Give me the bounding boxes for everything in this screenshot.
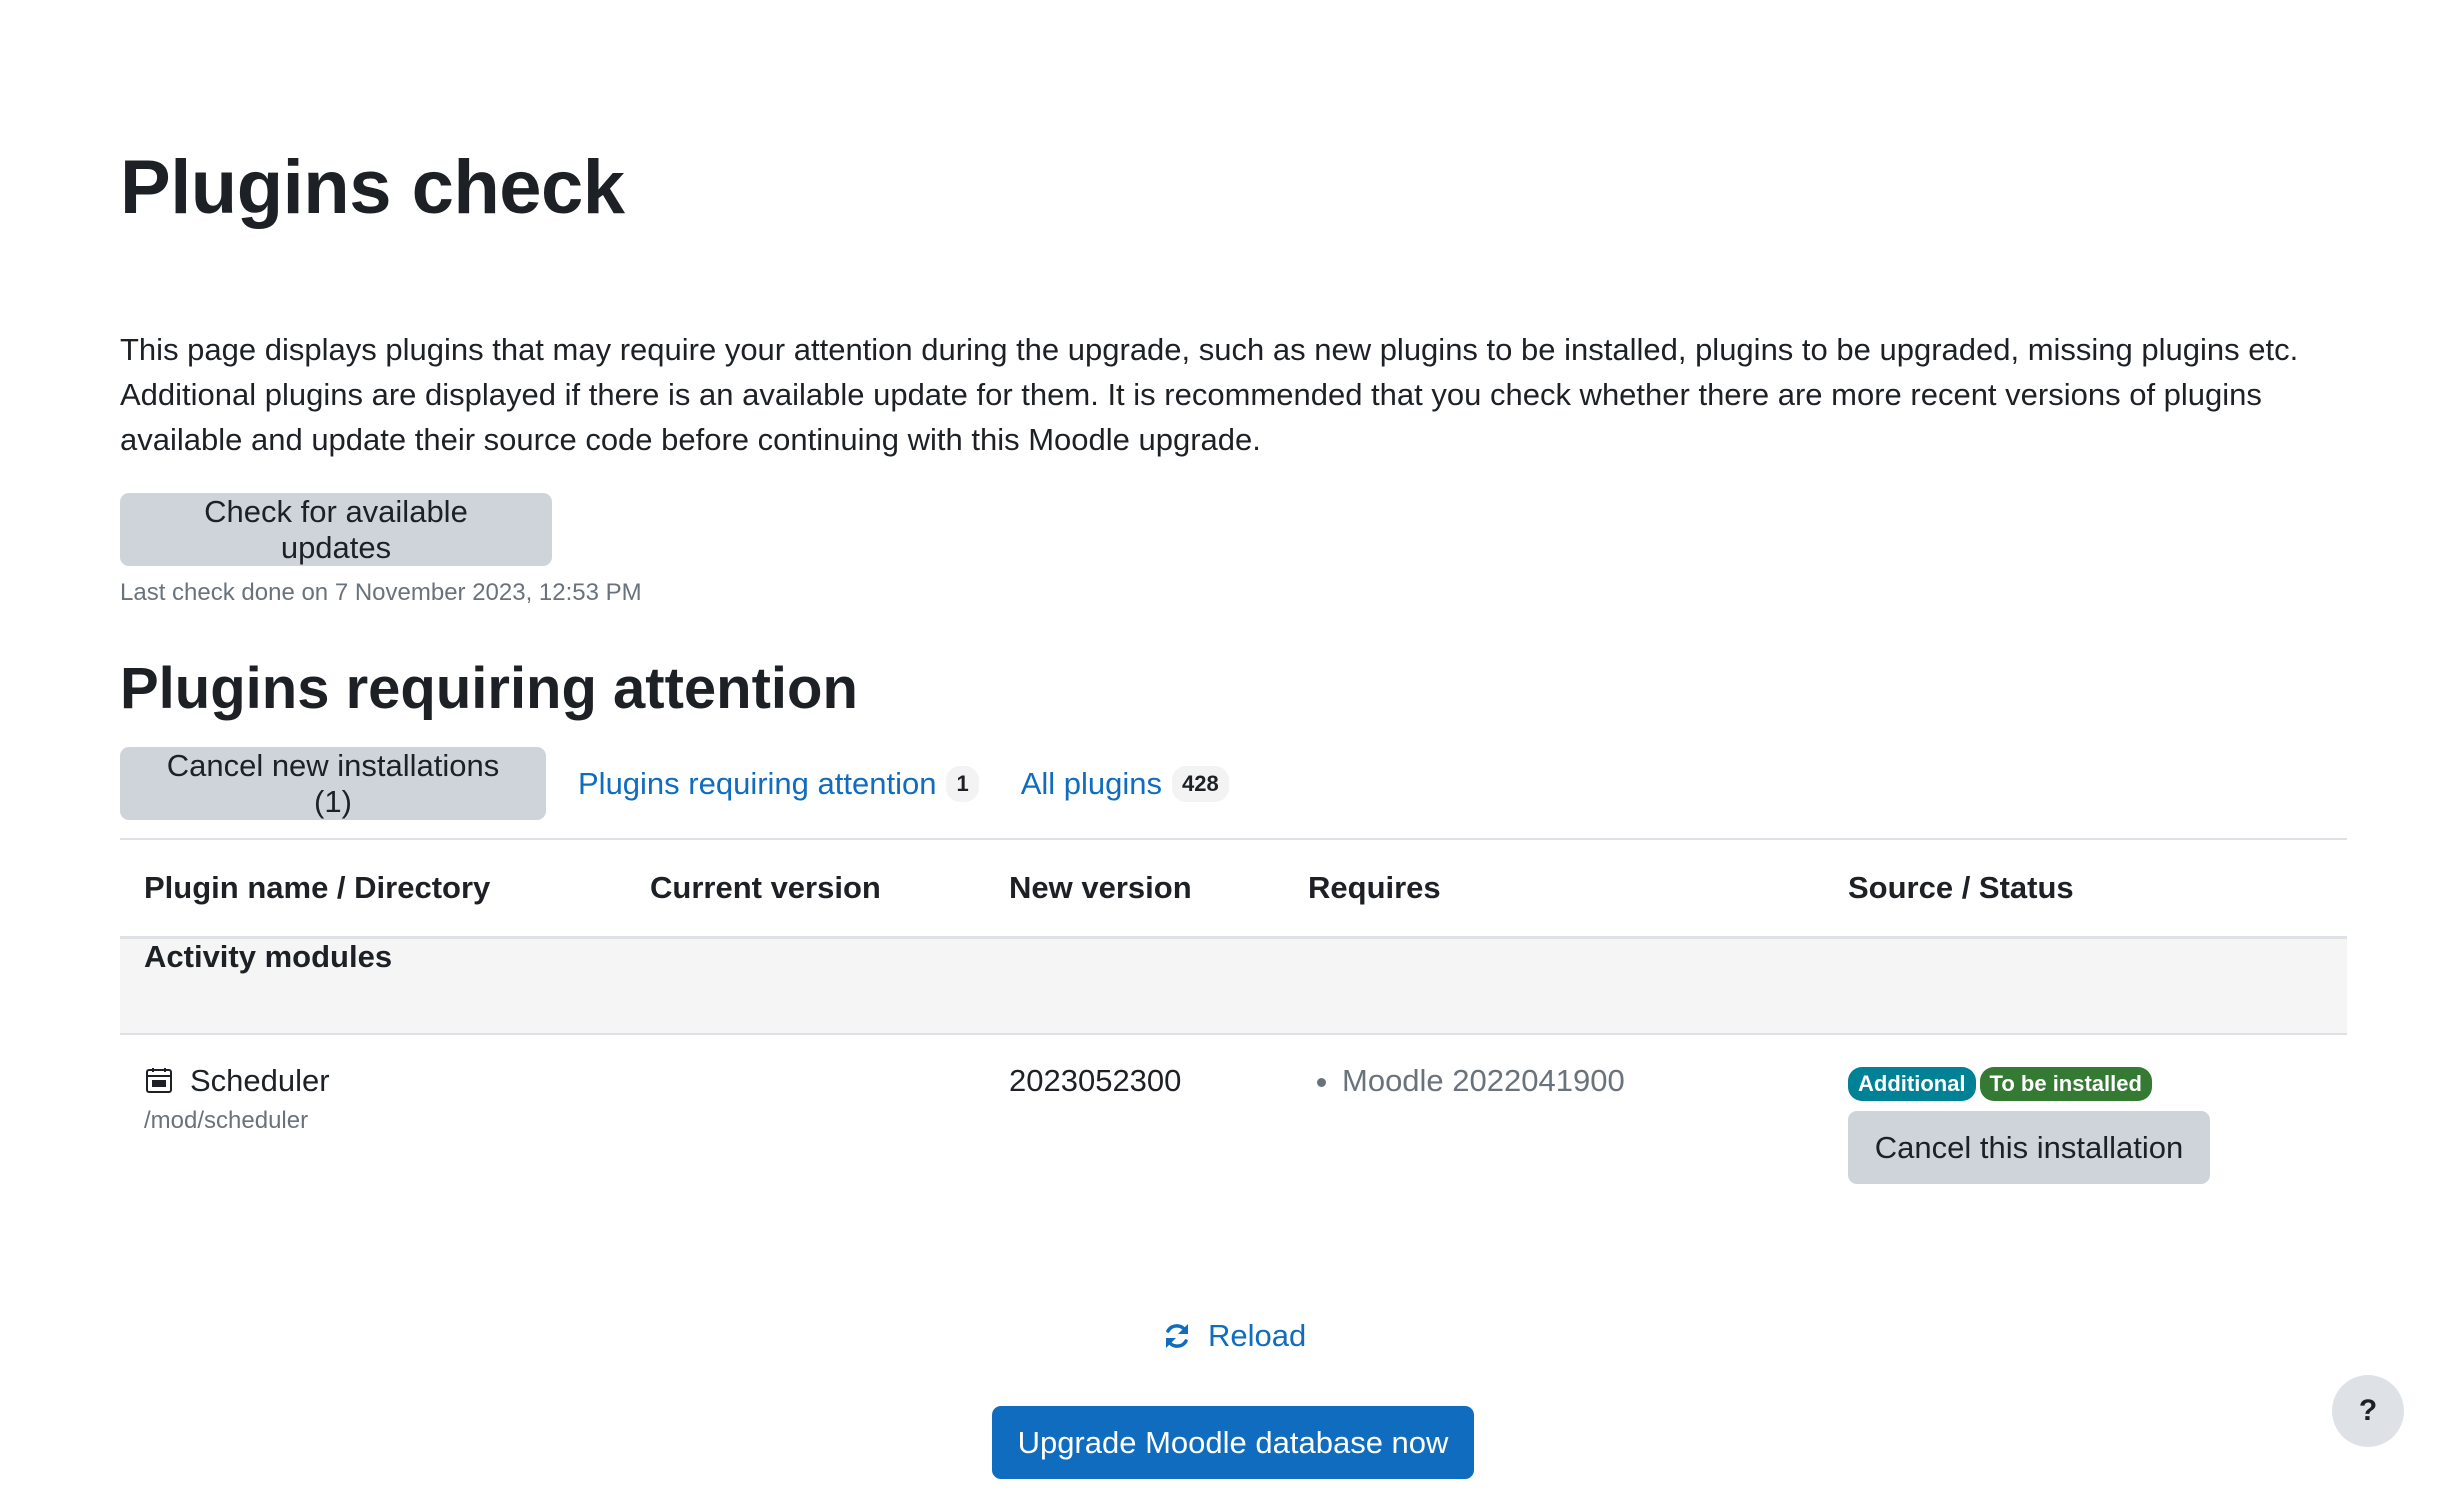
plugins-table: Plugin name / Directory Current version …: [120, 838, 2347, 1212]
column-header: Source / Status: [1824, 838, 2347, 939]
to-be-installed-badge: To be installed: [1979, 1067, 2152, 1101]
requirement-item: Moodle 2022041900: [1342, 1063, 1800, 1099]
additional-badge: Additional: [1848, 1067, 1976, 1101]
status-cell: Additional To be installed Cancel this in…: [1824, 1034, 2347, 1212]
tab-all-plugins[interactable]: All plugins 428: [1020, 765, 1229, 802]
group-label: Activity modules: [120, 937, 2347, 1035]
plugin-directory: /mod/scheduler: [144, 1107, 309, 1134]
column-header: New version: [985, 838, 1284, 939]
filter-tabs: Cancel new installations (1) Plugins req…: [120, 747, 1229, 820]
upgrade-database-button[interactable]: Upgrade Moodle database now: [992, 1406, 1474, 1479]
cancel-installation-button[interactable]: Cancel this installation: [1848, 1111, 2210, 1184]
new-version-cell: 2023052300: [1009, 1063, 1182, 1098]
current-version-cell: [626, 1034, 985, 1212]
section-title: Plugins requiring attention: [120, 656, 858, 721]
attention-count-badge: 1: [946, 765, 979, 802]
refresh-icon: [1166, 1324, 1188, 1348]
requires-list: Moodle 2022041900: [1308, 1063, 1800, 1099]
cancel-new-installations-button[interactable]: Cancel new installations (1): [120, 747, 546, 820]
tab-plugins-requiring-attention[interactable]: Plugins requiring attention 1: [578, 765, 979, 802]
reload-label: Reload: [1208, 1318, 1307, 1353]
table-row: Scheduler /mod/scheduler 2023052300 Mood…: [120, 1034, 2347, 1212]
calendar-icon: [144, 1066, 174, 1096]
all-count-badge: 428: [1172, 765, 1229, 802]
plugin-name: Scheduler: [190, 1063, 330, 1098]
requires-cell: Moodle 2022041900: [1284, 1034, 1824, 1212]
tab-label: Plugins requiring attention: [578, 765, 937, 801]
group-row: Activity modules: [120, 937, 2347, 1035]
intro-text: This page displays plugins that may requ…: [120, 332, 2299, 457]
column-header: Requires: [1284, 838, 1824, 939]
column-header: Plugin name / Directory: [120, 838, 626, 939]
last-check-text: Last check done on 7 November 2023, 12:5…: [120, 579, 642, 606]
check-updates-button[interactable]: Check for available updates: [120, 493, 552, 566]
plugin-name-cell: Scheduler /mod/scheduler: [120, 1034, 626, 1212]
page-title: Plugins check: [120, 145, 625, 230]
table-header-row: Plugin name / Directory Current version …: [120, 838, 2347, 939]
column-header: Current version: [626, 838, 985, 939]
tab-label: All plugins: [1020, 765, 1163, 801]
help-button[interactable]: ?: [2332, 1375, 2404, 1447]
reload-link[interactable]: Reload: [1162, 1318, 1306, 1354]
